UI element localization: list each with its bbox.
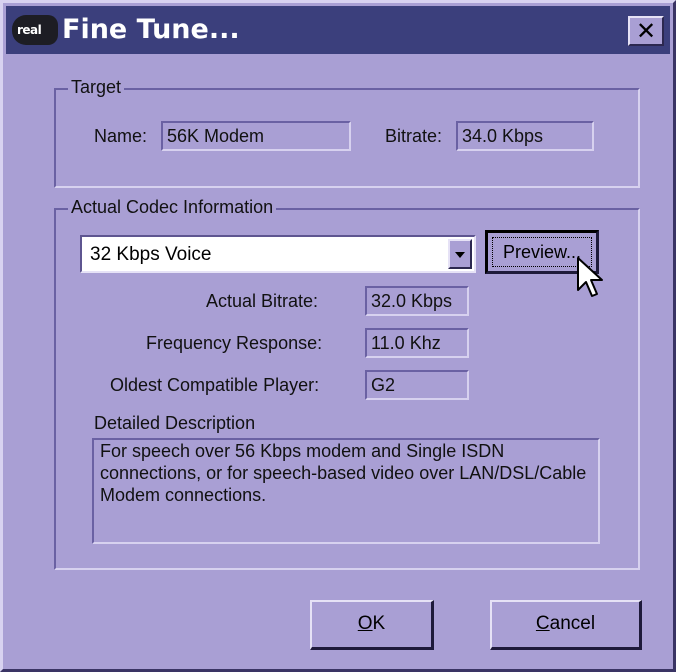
actual-bitrate-value: 32.0 Kbps (365, 286, 469, 316)
oldest-player-value: G2 (365, 370, 469, 400)
title-bar[interactable]: real Fine Tune... ✕ (6, 6, 670, 54)
logo-text: real (17, 23, 42, 37)
cancel-button-label: ancel (549, 613, 596, 634)
bitrate-label: Bitrate: (385, 126, 443, 146)
close-icon: ✕ (635, 17, 657, 45)
cancel-button[interactable]: Cancel (490, 600, 642, 650)
cancel-button-mnemonic: C (535, 613, 550, 634)
actual-bitrate-label: Actual Bitrate: (206, 291, 319, 311)
close-button[interactable]: ✕ (628, 16, 664, 46)
mouse-pointer-icon (577, 257, 603, 297)
realplayer-logo-icon: real (12, 15, 58, 45)
detailed-description-text: For speech over 56 Kbps modem and Single… (92, 438, 600, 544)
target-group-label: Target (68, 77, 125, 98)
detailed-description-label: Detailed Description (94, 413, 256, 433)
dialog-title: Fine Tune... (62, 14, 240, 45)
ok-button[interactable]: OK (310, 600, 434, 650)
frequency-response-value: 11.0 Khz (365, 328, 469, 358)
name-value: 56K Modem (161, 121, 351, 151)
ok-button-label: K (372, 613, 386, 634)
codec-select[interactable]: 32 Kbps Voice (80, 235, 476, 273)
codec-group-label: Actual Codec Information (68, 197, 277, 218)
codec-select-value: 32 Kbps Voice (90, 244, 212, 265)
frequency-response-label: Frequency Response: (146, 333, 323, 353)
ok-button-mnemonic: O (357, 613, 373, 634)
chevron-down-icon[interactable] (448, 239, 472, 269)
oldest-player-label: Oldest Compatible Player: (110, 375, 320, 395)
name-label: Name: (94, 126, 148, 146)
fine-tune-dialog: real Fine Tune... ✕ Target Name: 56K Mod… (0, 0, 676, 672)
bitrate-value: 34.0 Kbps (456, 121, 594, 151)
